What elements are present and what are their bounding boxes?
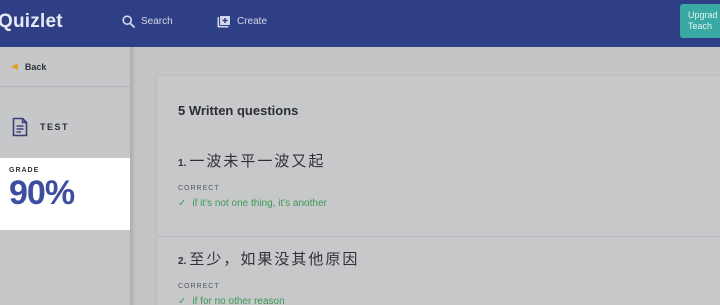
grade-label: GRADE (9, 167, 40, 174)
create-button[interactable]: Create (217, 13, 267, 29)
answer-text: if it's not one thing, it's another (192, 198, 327, 209)
create-label: Create (237, 15, 268, 27)
question-item: 2. 至少，如果没其他原因 CORRECT ✓ if for no other … (178, 248, 359, 305)
answer-row: ✓ if it's not one thing, it's another (178, 198, 327, 209)
search-icon (121, 14, 135, 28)
upgrade-button[interactable]: Upgrad Teach (680, 4, 720, 38)
question-number: 1. (178, 158, 187, 169)
question-text: 至少，如果没其他原因 (189, 250, 360, 268)
document-icon (12, 117, 28, 137)
answer-status: CORRECT (178, 283, 220, 290)
sidebar: ◀ Back TEST GRADE 90% (0, 47, 130, 305)
back-button[interactable]: ◀ Back (0, 47, 130, 87)
question-divider (157, 236, 720, 237)
sidebar-shadow (130, 47, 136, 305)
section-title: 5 Written questions (178, 103, 299, 118)
grade-value: 90% (9, 174, 75, 212)
chevron-left-icon: ◀ (11, 61, 18, 71)
question-prompt: 2. 至少，如果没其他原因 (178, 248, 359, 269)
back-label: Back (24, 61, 47, 72)
check-icon: ✓ (178, 198, 187, 209)
results-panel: 5 Written questions 1. 一波未平一波又起 CORRECT … (157, 76, 720, 305)
quizlet-logo[interactable]: Quizlet (0, 11, 63, 33)
test-label: TEST (40, 122, 70, 132)
answer-status: CORRECT (178, 185, 220, 192)
create-plus-icon (217, 14, 231, 28)
search-label: Search (141, 15, 173, 27)
question-text: 一波未平一波又起 (189, 152, 326, 170)
question-item: 1. 一波未平一波又起 CORRECT ✓ if it's not one th… (178, 150, 327, 209)
search-button[interactable]: Search (121, 13, 173, 29)
answer-text: if for no other reason (192, 296, 285, 305)
check-icon: ✓ (178, 296, 187, 305)
answer-row: ✓ if for no other reason (178, 296, 359, 305)
question-prompt: 1. 一波未平一波又起 (178, 150, 327, 171)
grade-card: GRADE 90% (0, 158, 130, 230)
question-number: 2. (178, 256, 187, 267)
top-navbar: Quizlet Search Create Upgrad Teach (0, 0, 720, 47)
test-mode-item[interactable]: TEST (12, 117, 69, 137)
